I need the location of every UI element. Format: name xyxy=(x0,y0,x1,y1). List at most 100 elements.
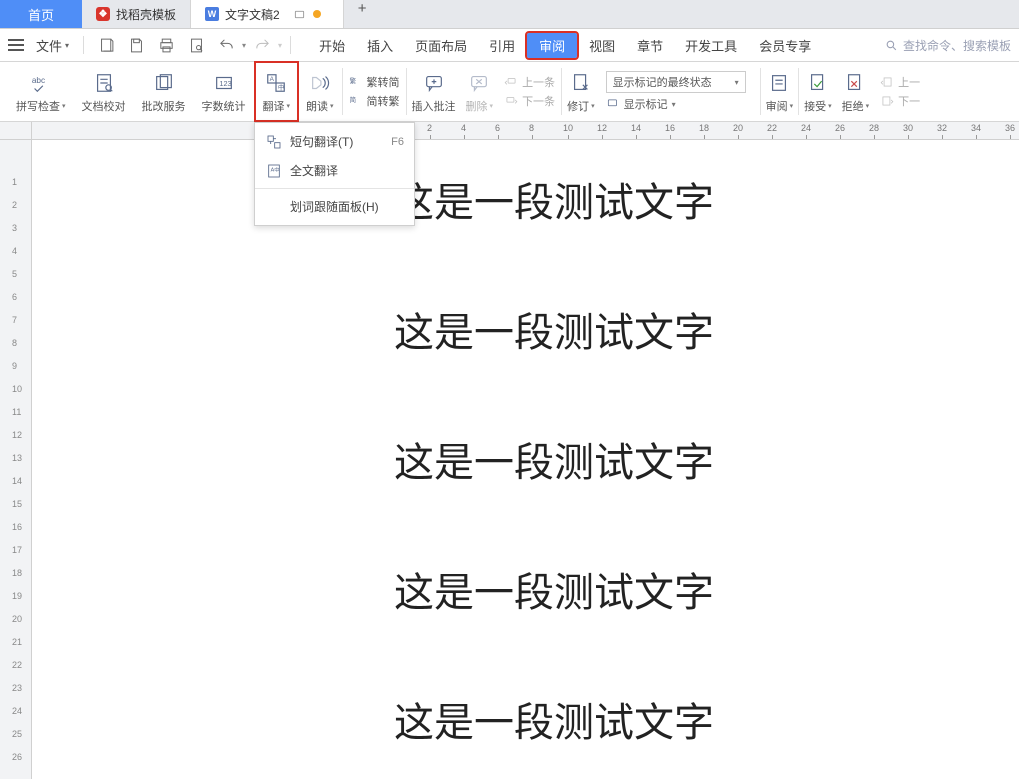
ruler-tick: 23 xyxy=(12,683,22,693)
ruler-tick: 17 xyxy=(12,545,22,555)
text-line[interactable]: 这是一段测试文字 xyxy=(72,430,1019,488)
tab-document[interactable]: W 文字文稿2 xyxy=(191,0,344,28)
ruler-tick: 22 xyxy=(12,660,22,670)
dd-full-translate[interactable]: A中 全文翻译 xyxy=(255,156,414,185)
ruler-tick: 10 xyxy=(12,384,22,394)
readaloud-button[interactable]: 朗读▾ xyxy=(298,62,342,121)
delete-comment-button[interactable]: 删除▾ xyxy=(461,62,499,121)
ruler-tick: 26 xyxy=(835,123,845,133)
trad-to-simp-button[interactable]: 繁繁转简 xyxy=(349,74,400,90)
sentence-translate-icon xyxy=(265,133,282,150)
simp-to-trad-button[interactable]: 简简转繁 xyxy=(349,93,400,109)
svg-text:A: A xyxy=(270,76,275,83)
batch-icon xyxy=(153,70,175,96)
ruler-tick: 21 xyxy=(12,637,22,647)
ruler-tick: 20 xyxy=(733,123,743,133)
prev-change-button[interactable]: 上一 xyxy=(880,74,920,90)
markup-state-select[interactable]: 显示标记的最终状态▾ xyxy=(606,71,746,93)
menu-tab-review[interactable]: 审阅 xyxy=(527,33,577,58)
vertical-ruler[interactable]: 1234567891011121314151617181920212223242… xyxy=(0,140,32,779)
ruler-tick: 10 xyxy=(563,123,573,133)
ruler-tick: 6 xyxy=(495,123,500,133)
hamburger-icon[interactable] xyxy=(8,39,24,51)
svg-text:abc: abc xyxy=(32,76,45,85)
text-line[interactable]: 这是一段测试文字 xyxy=(72,300,1019,358)
text-line[interactable]: 这是一段测试文字 xyxy=(72,170,1019,228)
ruler-tick: 15 xyxy=(12,499,22,509)
window-icon xyxy=(294,9,305,20)
next-comment-button[interactable]: 下一条 xyxy=(504,93,555,109)
tab-home[interactable]: 首页 xyxy=(0,0,82,28)
ruler-tick: 2 xyxy=(12,200,17,210)
text-line[interactable]: 这是一段测试文字 xyxy=(72,560,1019,618)
ruler-tick: 25 xyxy=(12,729,22,739)
menu-tab-chapter[interactable]: 章节 xyxy=(627,32,673,59)
ruler-corner xyxy=(0,122,32,140)
search-input[interactable]: 查找命令、搜索模板 xyxy=(885,37,1011,54)
save-icon[interactable] xyxy=(127,36,145,54)
horizontal-ruler[interactable]: 2468101214161820222426283032343638 xyxy=(32,122,1019,140)
accept-button[interactable]: 接受▾ xyxy=(799,62,837,121)
wordcount-icon: 123 xyxy=(213,70,235,96)
svg-text:中: 中 xyxy=(278,82,284,91)
ruler-tick: 20 xyxy=(12,614,22,624)
review-pane-button[interactable]: 审阅▾ xyxy=(761,62,799,121)
ruler-tick: 12 xyxy=(597,123,607,133)
menu-tab-insert[interactable]: 插入 xyxy=(357,32,403,59)
dd-sentence-translate[interactable]: 短句翻译(T) F6 xyxy=(255,127,414,156)
show-markup-button[interactable]: 显示标记▾ xyxy=(606,96,746,112)
spellcheck-button[interactable]: abc 拼写检查▾ xyxy=(8,62,74,121)
insert-comment-button[interactable]: 插入批注 xyxy=(407,62,461,121)
new-tab-button[interactable]: + xyxy=(344,0,381,28)
ruler-tick: 24 xyxy=(12,706,22,716)
redo-icon[interactable] xyxy=(253,36,271,54)
menu-tab-references[interactable]: 引用 xyxy=(479,32,525,59)
print-icon[interactable] xyxy=(157,36,175,54)
menu-tab-member[interactable]: 会员专享 xyxy=(749,32,821,59)
preview-icon[interactable] xyxy=(187,36,205,54)
reject-icon xyxy=(844,70,866,96)
document-area[interactable]: 这是一段测试文字 这是一段测试文字 这是一段测试文字 这是一段测试文字 这是一段… xyxy=(32,140,1019,779)
next-change-button[interactable]: 下一 xyxy=(880,93,920,109)
file-menu[interactable]: 文件▾ xyxy=(30,36,75,55)
ruler-tick: 9 xyxy=(12,361,17,371)
ruler-tick: 22 xyxy=(767,123,777,133)
reject-button[interactable]: 拒绝▾ xyxy=(837,62,875,121)
revise-button[interactable]: 修订▾ xyxy=(562,62,600,121)
menu-tab-view[interactable]: 视图 xyxy=(579,32,625,59)
full-translate-icon: A中 xyxy=(265,162,282,179)
new-doc-icon[interactable] xyxy=(97,36,115,54)
unsaved-indicator-icon xyxy=(313,10,321,18)
tab-document-indicators xyxy=(286,9,329,20)
ruler-tick: 26 xyxy=(12,752,22,762)
ruler-tick: 32 xyxy=(937,123,947,133)
tab-template[interactable]: ❖ 找稻壳模板 xyxy=(82,0,191,28)
speaker-icon xyxy=(309,70,331,96)
markup-group: 显示标记的最终状态▾ 显示标记▾ xyxy=(600,62,760,121)
batchservice-button[interactable]: 批改服务 xyxy=(134,62,194,121)
menu-tab-start[interactable]: 开始 xyxy=(309,32,355,59)
prev-comment-button[interactable]: 上一条 xyxy=(504,74,555,90)
wordcount-button[interactable]: 123 字数统计 xyxy=(194,62,254,121)
ruler-tick: 4 xyxy=(12,246,17,256)
dd-follow-panel[interactable]: 划词跟随面板(H) xyxy=(255,192,414,221)
accept-icon xyxy=(807,70,829,96)
text-line[interactable]: 这是一段测试文字 xyxy=(72,690,1019,748)
translate-dropdown: 短句翻译(T) F6 A中 全文翻译 划词跟随面板(H) xyxy=(254,122,415,226)
svg-text:123: 123 xyxy=(219,79,231,88)
svg-text:简: 简 xyxy=(349,95,355,104)
convert-group: 繁繁转简 简简转繁 xyxy=(343,62,406,121)
search-icon xyxy=(885,39,898,52)
tab-bar: 首页 ❖ 找稻壳模板 W 文字文稿2 + xyxy=(0,0,1019,29)
menu-tab-devtools[interactable]: 开发工具 xyxy=(675,32,747,59)
doccheck-button[interactable]: 文档校对 xyxy=(74,62,134,121)
dropdown-separator xyxy=(255,188,414,189)
ruler-tick: 16 xyxy=(12,522,22,532)
menu-tab-layout[interactable]: 页面布局 xyxy=(405,32,477,59)
nav-changes-group: 上一 下一 xyxy=(874,62,926,121)
ruler-tick: 30 xyxy=(903,123,913,133)
translate-button[interactable]: A中 翻译▾ xyxy=(255,62,299,121)
undo-icon[interactable] xyxy=(217,36,235,54)
shortcut-label: F6 xyxy=(391,136,404,148)
ruler-tick: 3 xyxy=(12,223,17,233)
